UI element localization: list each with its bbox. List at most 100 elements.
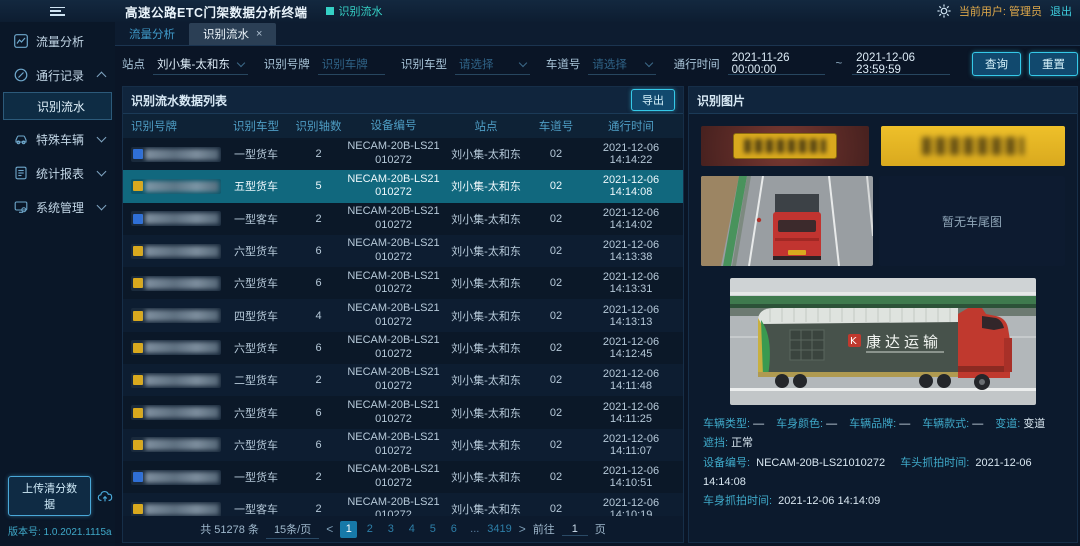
page-number[interactable]: ... xyxy=(466,521,483,538)
recognition-flow-list-panel: 识别流水数据列表 导出 识别号牌 识别车型 识别轴数 设备编号 站点 车道号 通… xyxy=(122,86,684,543)
cell-time: 2021-12-06 14:13:31 xyxy=(581,271,681,295)
vehicle-front-capture-image[interactable] xyxy=(701,176,873,266)
menu-collapse-icon[interactable] xyxy=(50,7,65,16)
svg-text:K: K xyxy=(850,336,857,347)
table-row[interactable]: 六型货车 6 NECAM-20B-LS21010272 刘小集-太和东 02 2… xyxy=(123,429,683,461)
query-button[interactable]: 查询 xyxy=(972,52,1021,76)
table-row[interactable]: 一型客车 2 NECAM-20B-LS21010272 刘小集-太和东 02 2… xyxy=(123,493,683,516)
cell-axles: 5 xyxy=(291,180,346,192)
plate-color-tag xyxy=(133,472,143,482)
table-body: 一型货车 2 NECAM-20B-LS21010272 刘小集-太和东 02 2… xyxy=(123,138,683,516)
vehicle-type-select[interactable]: 请选择 xyxy=(455,53,530,75)
table-row[interactable]: 四型货车 4 NECAM-20B-LS21010272 刘小集-太和东 02 2… xyxy=(123,299,683,331)
upload-clearing-data-button[interactable]: 上传清分数据 xyxy=(8,476,91,516)
goto-suffix: 页 xyxy=(595,521,606,537)
cell-device: NECAM-20B-LS21010272 xyxy=(346,366,441,394)
table-row[interactable]: 六型货车 6 NECAM-20B-LS21010272 刘小集-太和东 02 2… xyxy=(123,235,683,267)
cell-time: 2021-12-06 14:14:02 xyxy=(581,207,681,231)
page-size-select[interactable]: 15条/页 xyxy=(266,520,319,539)
sidebar-item-traffic-analysis[interactable]: 流量分析 xyxy=(0,26,115,56)
record-circle-icon xyxy=(14,68,28,82)
body-capture-line: 车身抓拍时间: 2021-12-06 14:14:09 xyxy=(703,492,1063,511)
cloud-upload-icon[interactable] xyxy=(97,488,115,504)
plate-blur xyxy=(145,246,219,257)
sidebar-item-pass-records[interactable]: 通行记录 xyxy=(0,60,115,90)
col-plate: 识别号牌 xyxy=(123,118,221,134)
plate-input[interactable]: 识别车牌 xyxy=(318,53,385,75)
license-plate-blurred xyxy=(131,147,221,162)
tab-close-icon[interactable]: × xyxy=(256,28,262,40)
cell-site: 刘小集-太和东 xyxy=(441,469,531,485)
table-row[interactable]: 五型货车 5 NECAM-20B-LS21010272 刘小集-太和东 02 2… xyxy=(123,170,683,202)
col-vehicle-type: 识别车型 xyxy=(221,118,291,134)
col-site: 站点 xyxy=(441,118,531,134)
license-plate-blurred xyxy=(131,179,221,194)
cell-time: 2021-12-06 14:11:48 xyxy=(581,368,681,392)
cell-axles: 6 xyxy=(291,439,346,451)
tab-recognition-flow[interactable]: 识别流水 × xyxy=(189,23,276,45)
plate-blur xyxy=(145,278,219,289)
time-start-input[interactable]: 2021-11-26 00:00:00 xyxy=(728,53,826,75)
next-page-icon[interactable]: > xyxy=(519,522,526,536)
cell-axles: 2 xyxy=(291,148,346,160)
tab-traffic-analysis[interactable]: 流量分析 xyxy=(115,23,189,45)
cell-site: 刘小集-太和东 xyxy=(441,178,531,194)
table-row[interactable]: 六型货车 6 NECAM-20B-LS21010272 刘小集-太和东 02 2… xyxy=(123,267,683,299)
table-row[interactable]: 六型货车 6 NECAM-20B-LS21010272 刘小集-太和东 02 2… xyxy=(123,332,683,364)
plate-label: 识别号牌 xyxy=(264,56,310,72)
cell-time: 2021-12-06 14:10:51 xyxy=(581,465,681,489)
plate-blur xyxy=(145,472,219,483)
logout-link[interactable]: 退出 xyxy=(1050,3,1072,19)
plate-crop-image[interactable] xyxy=(881,126,1065,166)
plate-photo-image[interactable] xyxy=(701,126,869,166)
page-number[interactable]: 6 xyxy=(445,521,462,538)
cell-vehicle-type: 四型货车 xyxy=(221,308,291,324)
table-row[interactable]: 一型货车 2 NECAM-20B-LS21010272 刘小集-太和东 02 2… xyxy=(123,138,683,170)
settings-gear-icon[interactable] xyxy=(937,4,951,18)
cell-lane: 02 xyxy=(531,439,581,451)
page-number[interactable]: 3419 xyxy=(487,521,511,538)
cell-site: 刘小集-太和东 xyxy=(441,308,531,324)
sidebar-item-special-vehicles[interactable]: 特殊车辆 xyxy=(0,124,115,154)
site-select[interactable]: 刘小集-太和东 xyxy=(153,53,248,75)
sidebar-subitem-recognition-flow[interactable]: 识别流水 xyxy=(3,92,112,120)
table-row[interactable]: 六型货车 6 NECAM-20B-LS21010272 刘小集-太和东 02 2… xyxy=(123,396,683,428)
page-number[interactable]: 4 xyxy=(403,521,420,538)
vehicle-side-capture-image[interactable]: K 康达运输 xyxy=(730,278,1036,405)
page-number[interactable]: 1 xyxy=(340,521,357,538)
sidebar-item-system-management[interactable]: 系统管理 xyxy=(0,192,115,222)
cell-time: 2021-12-06 14:10:19 xyxy=(581,497,681,516)
filter-bar: 站点 刘小集-太和东 识别号牌 识别车牌 识别车型 请选择 车道号 请选择 通行… xyxy=(122,48,1078,80)
page-number[interactable]: 2 xyxy=(361,521,378,538)
reset-button[interactable]: 重置 xyxy=(1029,52,1078,76)
plate-blur xyxy=(145,213,219,224)
table-row[interactable]: 一型客车 2 NECAM-20B-LS21010272 刘小集-太和东 02 2… xyxy=(123,203,683,235)
cell-lane: 02 xyxy=(531,213,581,225)
sidebar-item-statistics-reports[interactable]: 统计报表 xyxy=(0,158,115,188)
table-row[interactable]: 二型货车 2 NECAM-20B-LS21010272 刘小集-太和东 02 2… xyxy=(123,364,683,396)
goto-label: 前往 xyxy=(533,521,555,537)
cell-vehicle-type: 六型货车 xyxy=(221,243,291,259)
goto-page-input[interactable]: 1 xyxy=(562,523,588,536)
cell-site: 刘小集-太和东 xyxy=(441,146,531,162)
lane-select[interactable]: 请选择 xyxy=(588,53,655,75)
page-number[interactable]: 3 xyxy=(382,521,399,538)
license-plate-blurred xyxy=(131,340,221,355)
table-row[interactable]: 一型货车 2 NECAM-20B-LS21010272 刘小集-太和东 02 2… xyxy=(123,461,683,493)
page-number[interactable]: 5 xyxy=(424,521,441,538)
cell-site: 刘小集-太和东 xyxy=(441,372,531,388)
truck-brand-text: 康达运输 xyxy=(866,333,942,351)
license-plate-blurred xyxy=(131,470,221,485)
time-end-input[interactable]: 2021-12-06 23:59:59 xyxy=(852,53,950,75)
system-monitor-icon xyxy=(14,200,28,214)
cell-device: NECAM-20B-LS21010272 xyxy=(346,140,441,168)
plate-blur xyxy=(145,375,219,386)
export-button[interactable]: 导出 xyxy=(631,89,675,111)
prev-page-icon[interactable]: < xyxy=(326,522,333,536)
cell-time: 2021-12-06 14:11:07 xyxy=(581,433,681,457)
cell-vehicle-type: 六型货车 xyxy=(221,405,291,421)
time-separator: ~ xyxy=(833,58,844,70)
cell-axles: 6 xyxy=(291,407,346,419)
plate-color-tag xyxy=(133,343,143,353)
cell-time: 2021-12-06 14:14:22 xyxy=(581,142,681,166)
